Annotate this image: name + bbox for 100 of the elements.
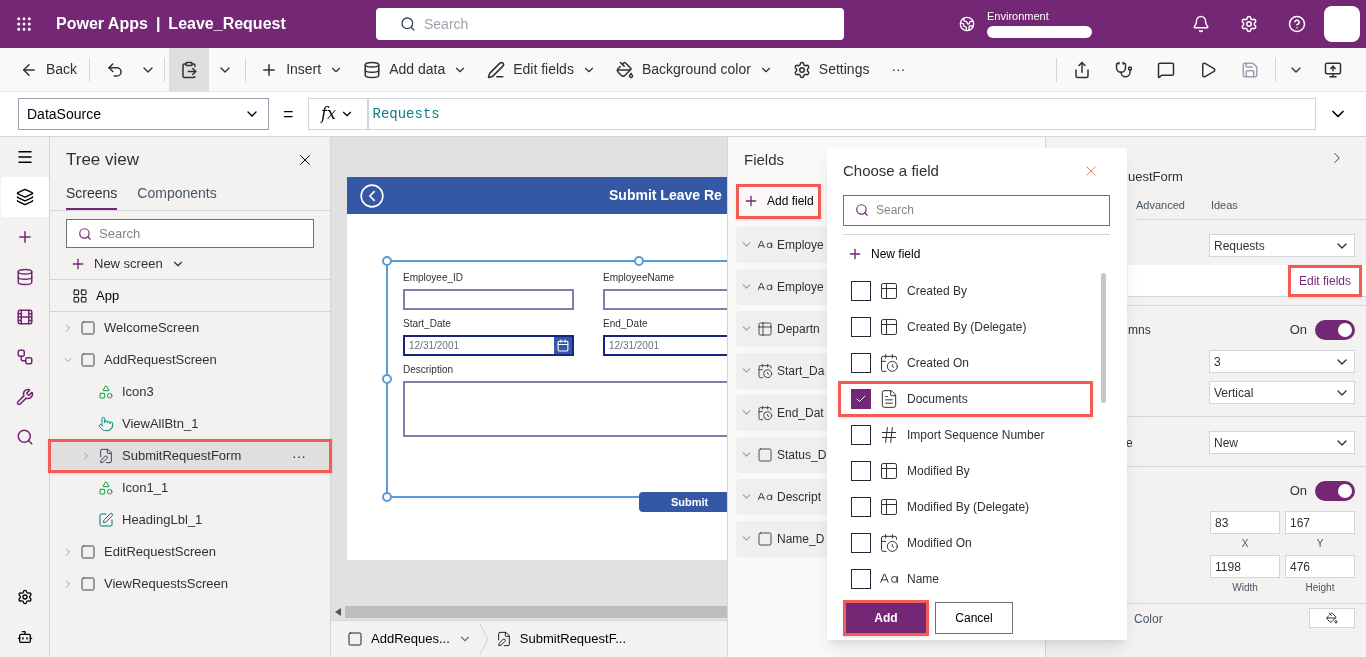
paste-button[interactable] <box>169 47 210 92</box>
tree-item[interactable]: AddRequestScreen <box>50 344 330 376</box>
date-field[interactable]: 12/31/2001 <box>403 335 574 356</box>
tree-item[interactable]: ViewRequestsScreen <box>50 568 330 600</box>
field-option[interactable]: Modified By <box>843 452 1093 489</box>
tab[interactable]: Advanced <box>1136 196 1185 213</box>
settings-icon <box>1240 15 1258 33</box>
title-separator: | <box>155 14 161 34</box>
checkbox[interactable] <box>851 280 871 301</box>
toolbar-button[interactable]: Insert <box>250 51 354 88</box>
checkbox[interactable] <box>851 352 871 373</box>
field-option[interactable]: Modified On <box>843 524 1093 561</box>
field-row[interactable]: Employe <box>736 226 828 263</box>
document-icon <box>879 388 899 409</box>
plus-icon <box>743 193 759 209</box>
field-row[interactable]: Name_D <box>736 520 828 557</box>
more-button[interactable]: ··· <box>879 51 918 88</box>
resize-handle[interactable] <box>382 256 392 266</box>
text-area[interactable] <box>403 381 727 437</box>
function-button[interactable]: fx <box>307 98 368 130</box>
checkbox[interactable] <box>851 496 871 517</box>
tree-item[interactable]: HeadingLbl_1 <box>50 504 330 536</box>
toggle-label: On <box>1289 482 1307 501</box>
tree-item[interactable]: EditRequestScreen <box>50 536 330 568</box>
formula-field[interactable]: Requests <box>367 98 1316 130</box>
resize-handle[interactable] <box>634 256 644 266</box>
tree-item[interactable]: Icon1_1 <box>50 472 330 504</box>
resize-handle[interactable] <box>382 492 392 502</box>
new-screen-button[interactable]: New screen <box>50 248 330 280</box>
help-button[interactable] <box>1288 15 1306 33</box>
default-mode-dropdown[interactable]: New <box>1209 431 1355 454</box>
toggle-switch[interactable] <box>1315 481 1355 501</box>
search-icon <box>15 428 34 446</box>
number-field[interactable]: 167 <box>1285 511 1355 534</box>
number-field[interactable]: 1198 <box>1210 555 1280 578</box>
date-field[interactable]: 12/31/2001 <box>603 335 727 356</box>
product-name: Power Apps <box>56 14 148 34</box>
breadcrumb-item[interactable]: SubmitRequestF... <box>495 629 626 649</box>
resize-handle[interactable] <box>382 374 392 384</box>
tree-item[interactable]: SubmitRequestForm ··· <box>50 440 330 472</box>
property-dropdown[interactable]: DataSource <box>18 98 269 130</box>
number-field[interactable]: 476 <box>1285 555 1355 578</box>
field-row[interactable]: Employe <box>736 268 828 305</box>
tab[interactable]: Screens <box>66 183 118 210</box>
checkbox[interactable] <box>851 388 871 409</box>
tab[interactable]: Ideas <box>1210 196 1238 213</box>
equals-sign: = <box>283 102 294 126</box>
checkbox[interactable] <box>851 424 871 445</box>
scroll-left-icon[interactable] <box>335 608 341 616</box>
color-picker-button[interactable] <box>1309 608 1355 628</box>
checkbox[interactable] <box>851 568 871 589</box>
field-option[interactable]: Documents <box>843 380 1093 417</box>
more-button[interactable]: ··· <box>292 445 306 467</box>
field-option[interactable]: Import Sequence Number <box>843 416 1093 453</box>
new-field-button[interactable]: New field <box>843 244 921 263</box>
toolbar-button[interactable]: Background color <box>605 51 783 88</box>
bell-icon <box>1192 15 1210 33</box>
field-row[interactable]: Start_Da <box>736 352 828 389</box>
field-option[interactable]: Created By (Delegate) <box>843 308 1093 345</box>
field-option[interactable]: Name <box>843 560 1093 597</box>
back-button[interactable]: Back <box>12 51 86 88</box>
screen-title: Submit Leave Re <box>609 186 722 205</box>
field-row[interactable]: End_Dat <box>736 394 828 431</box>
data-source-dropdown[interactable]: Requests <box>1209 234 1355 257</box>
search-field[interactable]: Search <box>376 8 844 40</box>
field-row[interactable]: Descript <box>736 478 828 515</box>
calendar-clock-icon <box>757 404 773 421</box>
cancel-button[interactable]: Cancel <box>935 602 1013 634</box>
tree-item[interactable]: WelcomeScreen <box>50 312 330 344</box>
tree-item[interactable]: ViewAllBtn_1 <box>50 408 330 440</box>
settings-button[interactable] <box>1240 15 1258 33</box>
toggle-switch[interactable] <box>1315 320 1355 340</box>
layers-button[interactable] <box>0 177 49 217</box>
number-field[interactable]: 83 <box>1210 511 1280 534</box>
toolbar-button[interactable]: Settings <box>782 51 880 88</box>
checkbox[interactable] <box>851 460 871 481</box>
checkbox[interactable] <box>851 532 871 553</box>
toolbar-button[interactable]: Edit fields <box>477 51 606 88</box>
add-field-button[interactable]: Add field <box>736 183 821 219</box>
checkbox[interactable] <box>851 316 871 337</box>
submit-button[interactable]: Submit <box>639 492 727 512</box>
field-row[interactable]: Status_D <box>736 436 828 473</box>
field-option[interactable]: Created By <box>843 272 1093 309</box>
breadcrumb-item[interactable]: AddReques... <box>347 629 472 649</box>
tree-item[interactable]: Icon3 <box>50 376 330 408</box>
notifications-button[interactable] <box>1192 15 1210 33</box>
field-row[interactable]: Departn <box>736 310 828 347</box>
avatar[interactable] <box>1324 6 1360 42</box>
layout-dropdown[interactable]: Vertical <box>1209 381 1355 404</box>
edit-fields-link[interactable]: Edit fields <box>1287 264 1362 297</box>
search-field[interactable]: Search <box>843 194 1110 226</box>
field-option[interactable]: Created On <box>843 344 1093 381</box>
field-option[interactable]: Modified By (Delegate) <box>843 488 1093 525</box>
toolbar-button[interactable]: Add data <box>353 51 478 88</box>
tree-item[interactable]: App <box>50 280 330 312</box>
tab[interactable]: Components <box>137 183 217 210</box>
search-field[interactable]: Search <box>66 219 314 248</box>
input-field[interactable] <box>403 289 574 310</box>
add-button[interactable]: Add <box>843 600 929 636</box>
columns-dropdown[interactable]: 3 <box>1209 350 1355 373</box>
